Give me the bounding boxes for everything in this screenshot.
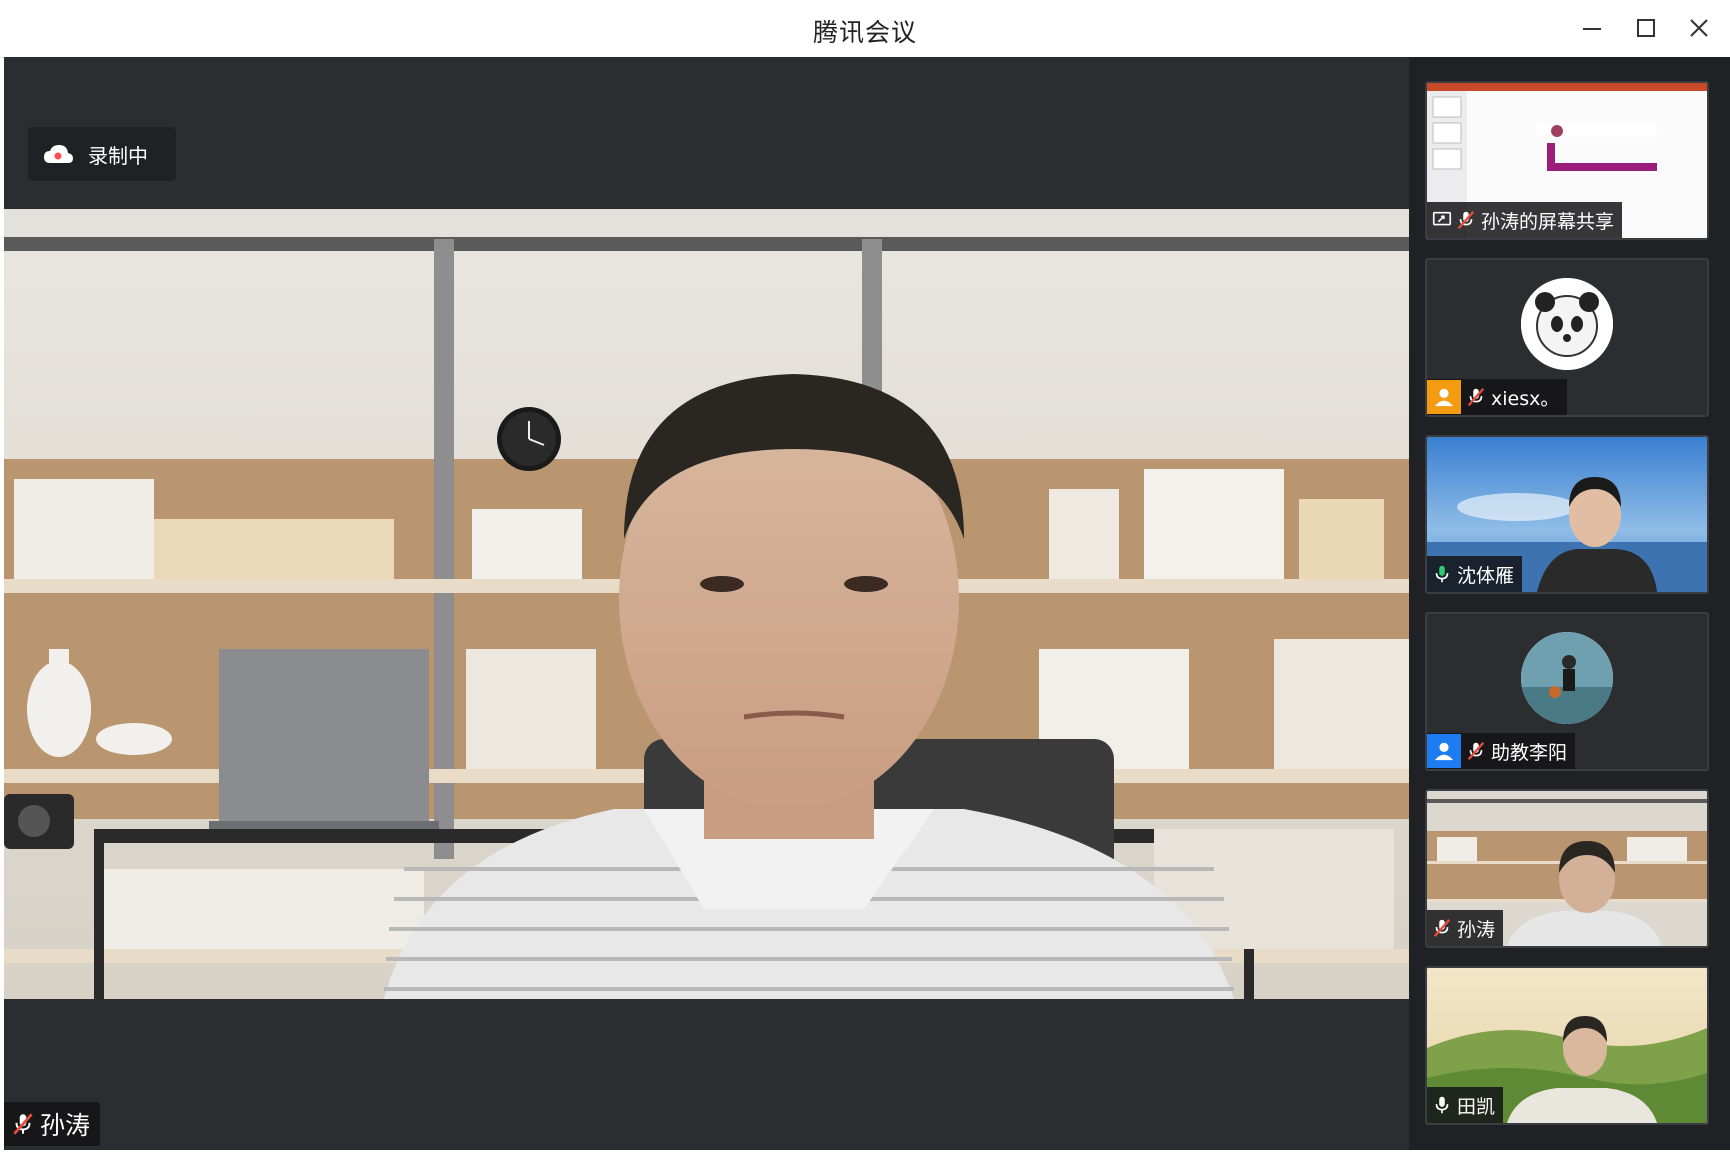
participant-tile-video[interactable]: 沈体雁 (1425, 435, 1709, 594)
mic-muted-icon (1433, 918, 1451, 938)
participant-name: 田凯 (1457, 1095, 1496, 1118)
avatar (1521, 278, 1613, 370)
user-badge-icon (1427, 734, 1461, 768)
participant-sidebar[interactable]: 孙涛的屏幕共享 xiesx。 沈体雁 助教李阳 孙涛 田凯 (1409, 57, 1730, 1150)
participant-name: 沈体雁 (1457, 564, 1515, 587)
avatar (1521, 632, 1613, 724)
mic-muted-icon (1467, 387, 1485, 407)
participant-label: 田凯 (1427, 1087, 1504, 1123)
main-video-feed[interactable] (4, 209, 1409, 999)
main-stage: 录制中 孙涛 (4, 57, 1409, 1150)
minimize-icon (1583, 28, 1601, 30)
participant-tile-self[interactable]: 孙涛 (1425, 789, 1709, 948)
participant-name: 助教李阳 (1491, 741, 1568, 764)
main-speaker-name: 孙涛 (40, 1111, 91, 1140)
minimize-button[interactable] (1572, 10, 1612, 46)
participant-tile-xiesx[interactable]: xiesx。 (1425, 258, 1709, 417)
participant-name: 孙涛的屏幕共享 (1481, 210, 1615, 233)
recording-indicator[interactable]: 录制中 (28, 127, 176, 181)
participant-name: 孙涛 (1457, 918, 1496, 941)
participant-label: 助教李阳 (1427, 733, 1576, 769)
participant-label: xiesx。 (1427, 379, 1568, 415)
participant-label: 孙涛的屏幕共享 (1427, 202, 1623, 238)
mic-icon (1435, 1096, 1449, 1114)
main-video-image (4, 209, 1409, 999)
mic-muted-icon (1457, 210, 1475, 230)
maximize-button[interactable] (1626, 10, 1666, 46)
title-bar: 腾讯会议 (0, 0, 1730, 58)
main-speaker-nametag: 孙涛 (4, 1102, 101, 1146)
participant-name: xiesx。 (1491, 387, 1560, 410)
close-icon (1690, 19, 1708, 37)
mic-muted-icon (13, 1113, 33, 1135)
mic-speaking-icon (1435, 565, 1449, 583)
participant-tile-screen-share[interactable]: 孙涛的屏幕共享 (1425, 81, 1709, 240)
participant-label: 孙涛 (1427, 910, 1504, 946)
user-badge-icon (1427, 380, 1461, 414)
maximize-icon (1637, 19, 1655, 37)
mic-muted-icon (1467, 741, 1485, 761)
cloud-recording-icon (44, 145, 73, 163)
participant-label: 沈体雁 (1427, 556, 1523, 592)
screen-share-icon (1432, 211, 1452, 226)
window-title: 腾讯会议 (812, 18, 917, 47)
participant-tile-assistant[interactable]: 助教李阳 (1425, 612, 1709, 771)
recording-label: 录制中 (88, 143, 148, 168)
close-button[interactable] (1679, 10, 1719, 46)
participant-tile-video[interactable]: 田凯 (1425, 966, 1709, 1125)
